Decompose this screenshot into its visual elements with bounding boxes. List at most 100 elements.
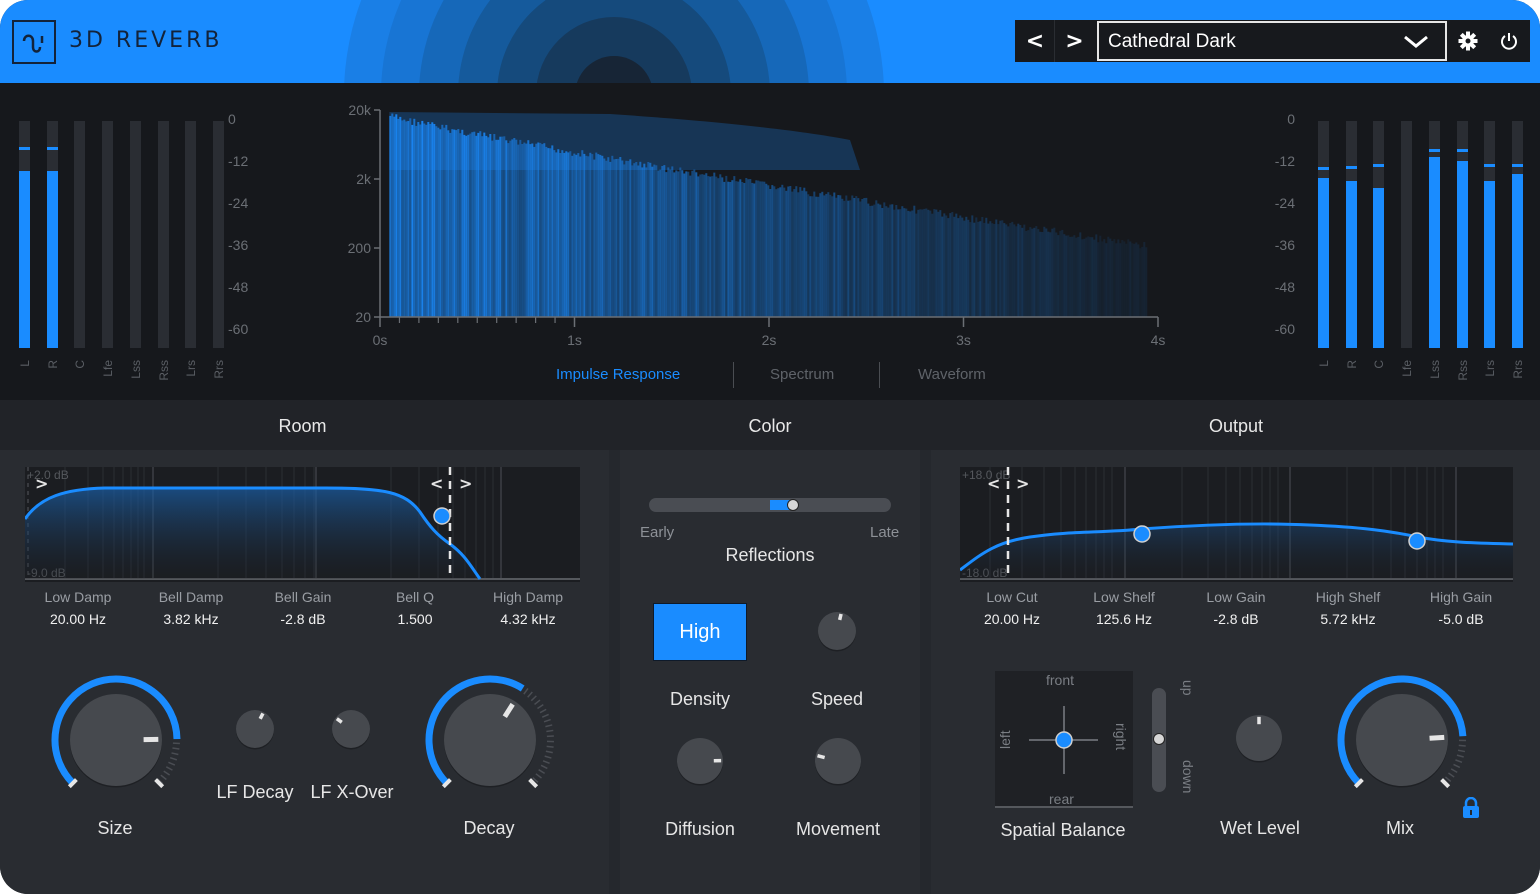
spectrogram-column	[645, 167, 648, 317]
mix-knob-remaining-tick	[1455, 759, 1463, 764]
meter-rss	[157, 121, 169, 348]
tab-spectrum[interactable]: Spectrum	[770, 366, 834, 383]
decay-knob-body	[444, 694, 536, 786]
spectrogram-column	[913, 205, 916, 317]
density-high-button[interactable]: High	[653, 603, 747, 661]
next-preset-button[interactable]: >	[1055, 20, 1094, 62]
spectrogram-column	[553, 150, 556, 317]
meter-peak	[1373, 163, 1385, 167]
spectrogram-column	[619, 157, 622, 317]
lock-icon[interactable]	[1461, 797, 1481, 819]
param-value[interactable]: 5.72 kHz	[1288, 611, 1408, 627]
spectrogram-column	[729, 182, 732, 317]
spectrogram-column	[591, 154, 594, 317]
meter-r	[46, 121, 58, 348]
meter-level	[46, 170, 58, 348]
spectrogram-column	[731, 180, 734, 317]
spectrogram-column	[919, 209, 922, 317]
spectrogram-column	[655, 165, 658, 317]
spectrogram-column	[739, 179, 742, 317]
spectrogram-column	[779, 187, 782, 317]
param-label: High Gain	[1429, 589, 1493, 605]
spectrogram-column	[847, 200, 850, 317]
diffusion-knob[interactable]	[673, 734, 727, 788]
lf-xover-knob[interactable]	[328, 706, 374, 752]
movement-label: Movement	[795, 819, 881, 839]
param-value[interactable]: -5.0 dB	[1401, 611, 1521, 627]
spectrogram-column	[785, 190, 788, 317]
lf-decay-label: LF Decay	[216, 782, 294, 802]
spectrogram-column	[1095, 234, 1098, 317]
chevron-right-icon[interactable]: >	[459, 474, 472, 493]
size-knob-remaining-tick	[165, 766, 173, 771]
param-value[interactable]: -2.8 dB	[243, 611, 363, 627]
y-tick-label: 20	[355, 309, 371, 325]
chevron-left-icon[interactable]: <	[987, 474, 1000, 493]
spectrogram-column	[969, 222, 972, 317]
settings-button[interactable]	[1448, 20, 1488, 62]
param-label: Bell Damp	[158, 589, 224, 605]
spectrogram-column	[767, 185, 770, 317]
spectrogram-column	[757, 180, 760, 317]
preset-dropdown[interactable]: Cathedral Dark	[1097, 21, 1447, 61]
bell-node-handle[interactable]	[433, 507, 451, 525]
speed-knob[interactable]	[814, 608, 860, 654]
spectrogram-column	[1121, 240, 1124, 317]
size-knob-remaining-tick	[169, 756, 178, 761]
height-slider-thumb[interactable]	[1153, 733, 1165, 745]
chevron-right-icon[interactable]: >	[1016, 474, 1029, 493]
spectrogram-column	[747, 179, 750, 317]
param-value[interactable]: 4.32 kHz	[468, 611, 588, 627]
tab-impulse-response[interactable]: Impulse Response	[556, 366, 680, 383]
param-value[interactable]: -2.8 dB	[1176, 611, 1296, 627]
param-value[interactable]: 1.500	[355, 611, 475, 627]
decay-knob-remaining-tick	[523, 688, 529, 695]
spectrogram-column	[699, 174, 702, 317]
reflections-slider[interactable]	[649, 498, 891, 512]
meter-r	[1345, 121, 1357, 348]
spectrogram-column	[803, 187, 806, 317]
spatial-position-handle[interactable]	[1055, 731, 1073, 749]
meter-lss	[129, 121, 141, 348]
spectrogram-column	[733, 176, 736, 317]
spectrogram-column	[1131, 243, 1134, 317]
meter-c	[1373, 121, 1385, 348]
mix-knob[interactable]	[1332, 670, 1472, 810]
spectrogram-column	[987, 223, 990, 317]
spectrogram-column	[1007, 226, 1010, 317]
spectrogram-column	[1087, 236, 1090, 317]
decay-knob-remaining-tick	[535, 773, 542, 779]
movement-knob[interactable]	[811, 734, 865, 788]
spectrogram-column	[1057, 235, 1060, 317]
previous-preset-button[interactable]: <	[1016, 20, 1055, 62]
spectrogram-column	[1089, 237, 1092, 317]
param-value[interactable]: 20.00 Hz	[18, 611, 138, 627]
wet-level-knob[interactable]	[1232, 711, 1286, 765]
output-eq-graph[interactable]: +18.0 dB -18.0 dB < >	[960, 467, 1513, 582]
room-eq-graph[interactable]: +2.0 dB -9.0 dB > < >	[25, 467, 580, 582]
reflections-thumb[interactable]	[787, 499, 799, 511]
low-damp-handle-icon[interactable]: >	[35, 474, 48, 493]
tab-waveform[interactable]: Waveform	[918, 366, 986, 383]
up-label: up	[1180, 680, 1196, 696]
decay-knob[interactable]	[420, 670, 560, 810]
db-scale-label: -36	[228, 237, 249, 253]
meter-level	[1484, 181, 1496, 348]
param-value[interactable]: 20.00 Hz	[952, 611, 1072, 627]
low-shelf-node-handle[interactable]	[1133, 525, 1151, 543]
param-value[interactable]: 3.82 kHz	[131, 611, 251, 627]
power-button[interactable]	[1489, 20, 1529, 62]
high-shelf-node-handle[interactable]	[1408, 532, 1426, 550]
size-knob[interactable]	[46, 670, 186, 810]
lf-decay-knob[interactable]	[232, 706, 278, 752]
spectrogram-column	[715, 176, 718, 317]
param-value[interactable]: 125.6 Hz	[1064, 611, 1184, 627]
meter-peak	[1318, 167, 1329, 171]
spatial-balance-pad[interactable]: front rear left right	[995, 671, 1133, 808]
x-tick-label: 4s	[1151, 332, 1166, 348]
spectrogram-column	[633, 163, 636, 317]
spectrogram-column	[1115, 243, 1118, 317]
height-slider[interactable]	[1152, 688, 1166, 792]
chevron-left-icon[interactable]: <	[430, 474, 443, 493]
spectrogram-column	[653, 164, 656, 317]
